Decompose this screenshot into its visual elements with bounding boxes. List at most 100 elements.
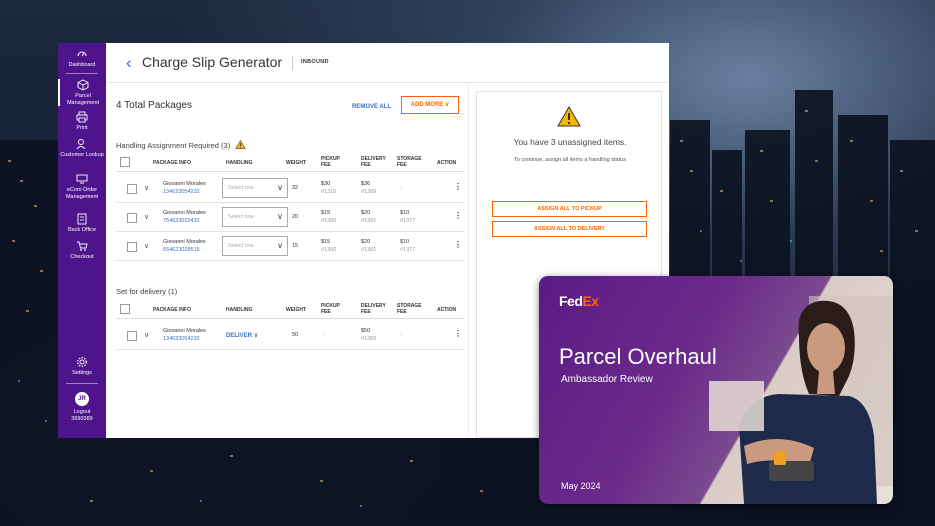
weight-value: 50	[292, 332, 299, 338]
pickup-fee: $15	[321, 239, 331, 245]
tracking-number[interactable]: 134623054232	[163, 336, 200, 343]
section-title-text: Handling Assignment Required (3)	[116, 141, 231, 150]
logo-fed: Fed	[559, 293, 583, 309]
delivery-fee: $36	[361, 181, 371, 187]
page-title: Charge Slip Generator	[142, 54, 283, 70]
sidebar-item-print[interactable]: Print	[58, 111, 106, 132]
package-list: 4 Total Packages REMOVE ALL ADD MORE ∨ H…	[106, 84, 469, 438]
select-all-checkbox[interactable]	[120, 157, 130, 167]
promo-card: FedEx Parcel Overhaul Ambassador Review …	[539, 276, 893, 504]
header: ‹ Charge Slip Generator INBOUND	[106, 43, 669, 83]
row-checkbox[interactable]	[127, 242, 137, 252]
handling-placeholder: Select one	[228, 243, 254, 249]
sidebar-item-back-office[interactable]: Back Office	[58, 213, 106, 234]
handling-select[interactable]: Select one ∨	[222, 236, 288, 256]
chevron-down-icon[interactable]: ∨	[144, 331, 149, 339]
avatar[interactable]: JR	[75, 392, 89, 406]
column-handling: HANDLING	[226, 307, 253, 313]
sidebar-item-ecom-order-management[interactable]: eCom Order Management	[58, 173, 106, 200]
pickup-fee: $15	[321, 210, 331, 216]
add-more-button[interactable]: ADD MORE ∨	[401, 96, 459, 114]
table-header: PACKAGE INFO HANDLING WEIGHT PICKUP FEE …	[116, 301, 464, 319]
cart-icon	[77, 241, 88, 251]
column-delivery-fee: DELIVERY FEE	[361, 303, 386, 315]
more-actions-icon[interactable]: ⋮	[454, 211, 462, 220]
storage-fee: $10	[400, 210, 410, 216]
handling-select[interactable]: Select one ∨	[222, 178, 288, 198]
more-actions-icon[interactable]: ⋮	[454, 329, 462, 338]
more-actions-icon[interactable]: ⋮	[454, 240, 462, 249]
storage-code: #1377	[400, 247, 416, 253]
handling-section-title: Handling Assignment Required (3)	[116, 140, 246, 150]
sidebar-item-settings[interactable]: Settings	[58, 356, 106, 377]
add-more-label: ADD MORE	[410, 102, 444, 108]
promo-title: Parcel Overhaul	[559, 344, 717, 369]
promo-subtitle: Ambassador Review	[561, 374, 653, 385]
chevron-down-icon: ∨	[277, 183, 283, 192]
storage-code: #1377	[400, 218, 416, 224]
divider	[66, 383, 98, 384]
remove-all-button[interactable]: REMOVE ALL	[352, 104, 391, 110]
recipient-name: Giovanni Morales	[163, 181, 206, 187]
delivery-fee: $20	[361, 210, 371, 216]
column-package-info: PACKAGE INFO	[153, 160, 191, 166]
chevron-down-icon[interactable]: ∨	[144, 242, 149, 250]
table-row: ∨ Giovanni Morales 134623054232 DELIVER …	[116, 321, 464, 350]
more-actions-icon[interactable]: ⋮	[454, 182, 462, 191]
sidebar-item-parcel-management[interactable]: Parcel Management	[58, 79, 106, 106]
tracking-number[interactable]: 134623054232	[163, 189, 200, 196]
chevron-down-icon[interactable]: ∨	[144, 213, 149, 221]
table-header: PACKAGE INFO HANDLING WEIGHT PICKUP FEE …	[116, 154, 464, 172]
sidebar-item-label: Print	[76, 125, 88, 131]
delivery-fee: $20	[361, 239, 371, 245]
row-checkbox[interactable]	[127, 184, 137, 194]
unassigned-detail: To continue, assign all items a handling…	[514, 157, 626, 163]
back-icon[interactable]: ‹	[126, 53, 132, 73]
table-row: ∨ Giovanni Morales 654623028515 Select o…	[116, 232, 464, 261]
pickup-fee: -	[323, 332, 325, 338]
logout-button[interactable]: Logout 3690389	[58, 409, 106, 422]
handling-deliver-dropdown[interactable]: DELIVER ∨	[226, 332, 258, 339]
delivery-code: #1389	[361, 189, 377, 195]
sidebar-item-customer-lookup[interactable]: Customer Lookup	[58, 138, 106, 159]
column-package-info: PACKAGE INFO	[153, 307, 191, 313]
chevron-down-icon: ∨	[277, 241, 283, 250]
building-icon	[77, 213, 87, 225]
column-pickup-fee: PICKUP FEE	[321, 303, 340, 315]
select-all-checkbox[interactable]	[120, 304, 130, 314]
pickup-code: #1360	[321, 247, 337, 253]
delivery-code: #1381	[361, 218, 377, 224]
sidebar-item-dashboard[interactable]: Dashboard	[58, 48, 106, 69]
storage-fee: $10	[400, 239, 410, 245]
chevron-down-icon: ∨	[277, 212, 283, 221]
assign-all-to-delivery-button[interactable]: ASSIGN ALL TO DELIVERY	[492, 221, 647, 237]
column-weight: WEIGHT	[286, 160, 306, 166]
sidebar-item-label: Back Office	[67, 227, 97, 233]
handling-select[interactable]: Select one ∨	[222, 207, 288, 227]
mode-label: INBOUND	[301, 59, 329, 65]
column-action: ACTION	[437, 160, 457, 166]
chevron-down-icon[interactable]: ∨	[144, 184, 149, 192]
row-checkbox[interactable]	[127, 331, 137, 341]
sidebar-item-label: Parcel Management	[66, 93, 100, 106]
printer-icon	[76, 111, 88, 123]
recipient-name: Giovanni Morales	[163, 328, 206, 334]
recipient-name: Giovanni Morales	[163, 239, 206, 245]
row-checkbox[interactable]	[127, 213, 137, 223]
column-delivery-fee: DELIVERY FEE	[361, 156, 386, 168]
logo-ex: Ex	[582, 293, 599, 309]
assign-all-to-pickup-button[interactable]: ASSIGN ALL TO PICKUP	[492, 201, 647, 217]
divider	[292, 56, 293, 70]
delivery-code: #1389	[361, 336, 377, 342]
sidebar-item-label: eCom Order Management	[65, 187, 99, 200]
tracking-number[interactable]: 654623028515	[163, 247, 200, 254]
pickup-code: #1360	[321, 218, 337, 224]
monitor-icon	[76, 174, 88, 184]
sidebar: Dashboard Parcel Management Print Custom…	[58, 43, 106, 438]
sidebar-item-label: Customer Lookup	[60, 152, 104, 158]
sidebar-item-checkout[interactable]: Checkout	[58, 240, 106, 261]
total-packages: 4 Total Packages	[116, 100, 192, 111]
pickup-fee: $30	[321, 181, 331, 187]
tracking-number[interactable]: 754623022432	[163, 218, 200, 225]
dashboard-icon	[77, 51, 87, 57]
